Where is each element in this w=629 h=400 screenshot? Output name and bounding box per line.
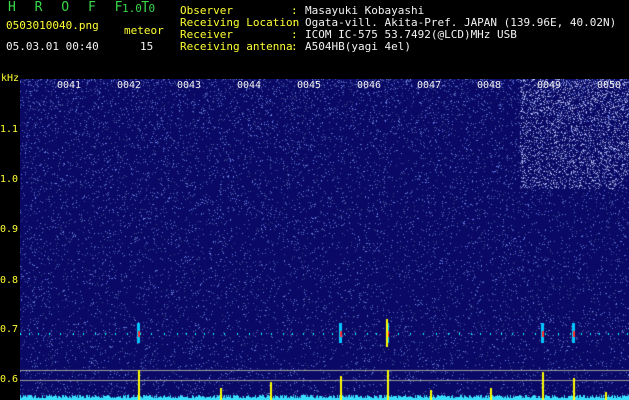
receiver-separator: :	[291, 28, 298, 41]
antenna-value: A504HB(yagi 4el)	[305, 40, 411, 53]
receiver-value: ICOM IC-575 53.7492(@LCD)MHz USB	[305, 28, 517, 41]
observer-value: Masayuki Kobayashi	[305, 4, 425, 17]
frequency-tick-label: 1.1	[0, 124, 19, 135]
minute-label: 0042	[117, 80, 142, 91]
receiver-label: Receiver	[180, 28, 233, 41]
frequency-tick-label: 0.8	[0, 275, 19, 286]
minute-label: 0046	[357, 80, 382, 91]
minute-label: 0044	[237, 80, 262, 91]
minute-label: 0050	[597, 80, 622, 91]
location-label: Receiving Location	[180, 16, 300, 29]
location-value: Ogata-vill. Akita-Pref. JAPAN (139.96E, …	[305, 16, 617, 29]
minute-label: 0043	[177, 80, 202, 91]
app-version: 1.0.0	[122, 2, 156, 15]
frequency-unit-label: kHz	[1, 73, 20, 84]
frequency-tick-label: 0.9	[0, 224, 19, 235]
observer-separator: :	[291, 4, 298, 17]
location-separator: :	[291, 16, 298, 29]
frequency-tick-label: 0.6	[0, 374, 19, 385]
spectrogram-canvas	[20, 79, 629, 400]
timestamp: 05.03.01 00:40	[6, 40, 99, 53]
minute-label: 0049	[537, 80, 562, 91]
antenna-separator: :	[291, 40, 298, 53]
meteor-label: meteor	[124, 24, 164, 37]
meteor-count: 15	[140, 40, 154, 53]
file-name: 0503010040.png	[6, 19, 99, 32]
antenna-label: Receiving antenna	[180, 40, 293, 53]
minute-label: 0045	[297, 80, 322, 91]
minute-label: 0041	[57, 80, 82, 91]
frequency-tick-label: 0.7	[0, 324, 19, 335]
observer-label: Observer	[180, 4, 233, 17]
frequency-tick-label: 1.0	[0, 174, 19, 185]
minute-label: 0047	[417, 80, 442, 91]
minute-label: 0048	[477, 80, 502, 91]
